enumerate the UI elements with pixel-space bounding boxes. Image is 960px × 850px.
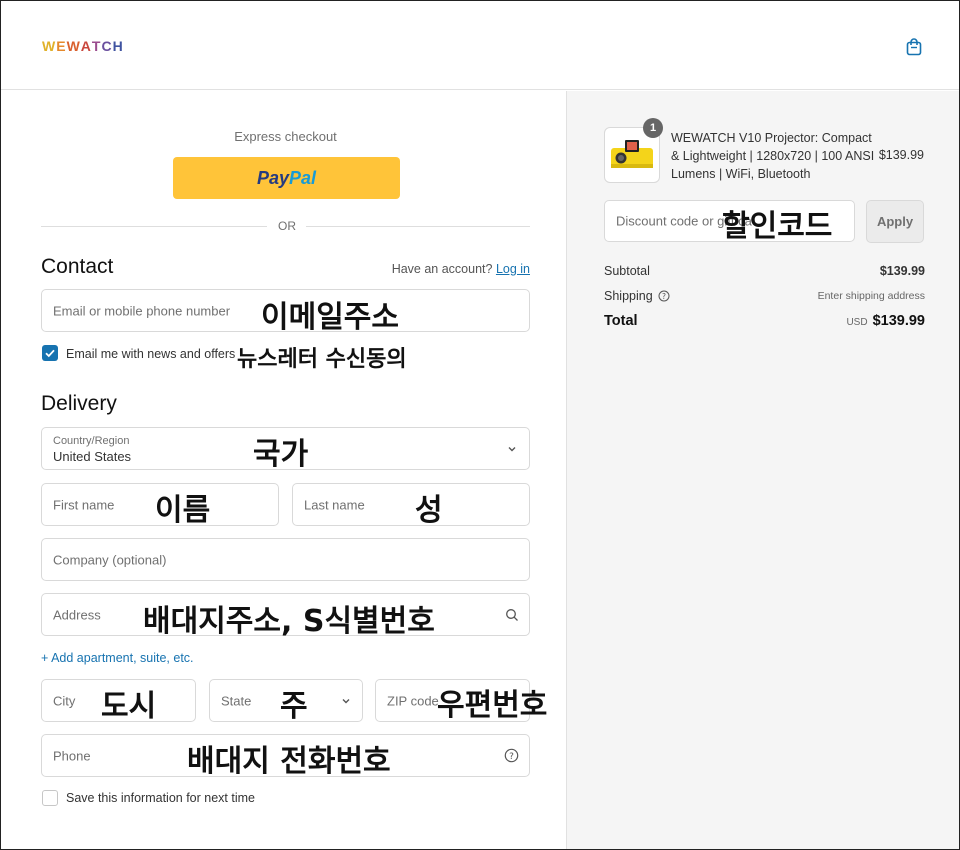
add-apartment-link[interactable]: + Add apartment, suite, etc. xyxy=(41,651,194,665)
phone-field[interactable]: Phone 배대지 전화번호 ? xyxy=(41,734,530,779)
first-name-annotation: 이름 xyxy=(155,493,211,528)
express-checkout-label: Express checkout xyxy=(234,129,337,144)
total-value: $139.99 xyxy=(872,313,925,329)
product-price: $139.99 xyxy=(878,148,924,162)
last-name-placeholder: Last name xyxy=(304,497,365,512)
email-placeholder: Email or mobile phone number xyxy=(53,303,231,318)
chevron-down-icon xyxy=(508,447,516,452)
chevron-down-icon xyxy=(342,699,350,704)
order-summary: 1 WEWATCH V10 Projector: Compact & Light… xyxy=(566,91,959,849)
product-name: WEWATCH V10 Projector: Compact & Lightwe… xyxy=(671,131,875,181)
checkout-form: Express checkout Pay Pal OR Contact Have … xyxy=(1,91,566,849)
first-name-placeholder: First name xyxy=(53,497,115,512)
help-icon[interactable]: ? xyxy=(504,748,519,763)
divider xyxy=(306,226,530,227)
contact-heading: Contact xyxy=(41,255,114,278)
help-icon[interactable]: ? xyxy=(658,290,670,302)
address-annotation: 배대지주소, S식별번호 xyxy=(143,604,435,639)
paypal-logo-pal: Pal xyxy=(289,167,317,188)
shipping-label: Shipping xyxy=(604,289,653,303)
have-account-label: Have an account? xyxy=(391,262,493,276)
last-name-annotation: 성 xyxy=(415,493,443,528)
subtotal-row: Subtotal $139.99 xyxy=(604,264,925,278)
phone-annotation: 배대지 전화번호 xyxy=(187,744,391,779)
address-placeholder: Address xyxy=(53,607,101,622)
news-checkbox-label: Email me with news and offers xyxy=(66,347,236,361)
svg-text:?: ? xyxy=(662,292,666,301)
shopping-bag-icon[interactable] xyxy=(906,38,922,56)
state-annotation: 주 xyxy=(280,689,308,724)
checkout-header: WEWATCH xyxy=(1,1,959,90)
login-link[interactable]: Log in xyxy=(496,262,530,276)
checkmark-icon xyxy=(45,349,55,358)
subtotal-value: $139.99 xyxy=(879,264,925,278)
city-placeholder: City xyxy=(53,693,76,708)
logo-letter: W xyxy=(66,38,81,54)
save-info-label: Save this information for next time xyxy=(66,791,255,805)
or-divider-text: OR xyxy=(278,219,296,233)
country-select[interactable]: Country/Region United States 국가 xyxy=(41,427,530,472)
delivery-heading: Delivery xyxy=(41,392,117,415)
city-field[interactable]: City 도시 xyxy=(41,679,196,724)
paypal-button[interactable]: Pay Pal xyxy=(173,157,400,199)
first-name-field[interactable]: First name 이름 xyxy=(41,483,279,528)
phone-placeholder: Phone xyxy=(53,748,91,763)
state-placeholder: State xyxy=(221,693,252,708)
subtotal-label: Subtotal xyxy=(604,264,650,278)
have-account-text: Have an account? Log in xyxy=(392,262,530,276)
zip-annotation: 우편번호 xyxy=(437,688,548,723)
news-annotation: 뉴스레터 수신동의 xyxy=(237,347,407,372)
city-annotation: 도시 xyxy=(101,689,157,724)
logo-letter: A xyxy=(80,38,92,54)
state-select[interactable]: State 주 xyxy=(209,679,363,724)
last-name-field[interactable]: Last name 성 xyxy=(292,483,530,528)
quantity-badge: 1 xyxy=(643,118,663,138)
brand-logo[interactable]: WEWATCH xyxy=(42,38,124,54)
total-amount: USD $139.99 xyxy=(846,313,925,329)
logo-letter: E xyxy=(56,38,67,54)
apply-button[interactable]: Apply xyxy=(866,200,924,243)
discount-annotation: 할인코드 xyxy=(722,209,833,244)
currency-code: USD xyxy=(846,317,868,328)
news-checkbox[interactable] xyxy=(42,345,58,361)
search-icon[interactable] xyxy=(505,608,519,622)
email-field[interactable]: Email or mobile phone number 이메일주소 xyxy=(41,289,530,335)
total-row: Total USD $139.99 xyxy=(604,313,925,329)
shipping-value: Enter shipping address xyxy=(817,290,925,302)
logo-letter: W xyxy=(42,38,57,54)
country-label: Country/Region xyxy=(53,435,130,447)
svg-text:?: ? xyxy=(509,752,514,762)
logo-letter: H xyxy=(112,38,124,54)
country-value: United States xyxy=(53,449,132,464)
company-field[interactable]: Company (optional) xyxy=(41,538,530,581)
shipping-row: Shipping ? Enter shipping address xyxy=(604,288,925,303)
logo-letter: T xyxy=(91,38,102,54)
company-placeholder: Company (optional) xyxy=(53,552,167,567)
paypal-logo-pay: Pay xyxy=(256,167,289,188)
email-annotation: 이메일주소 xyxy=(261,300,399,335)
total-label: Total xyxy=(604,313,638,329)
logo-letter: C xyxy=(101,38,113,54)
address-field[interactable]: Address 배대지주소, S식별번호 xyxy=(41,593,530,639)
zip-placeholder: ZIP code xyxy=(387,693,439,708)
save-info-checkbox[interactable] xyxy=(42,790,58,806)
divider xyxy=(41,226,267,227)
country-annotation: 국가 xyxy=(253,437,309,472)
